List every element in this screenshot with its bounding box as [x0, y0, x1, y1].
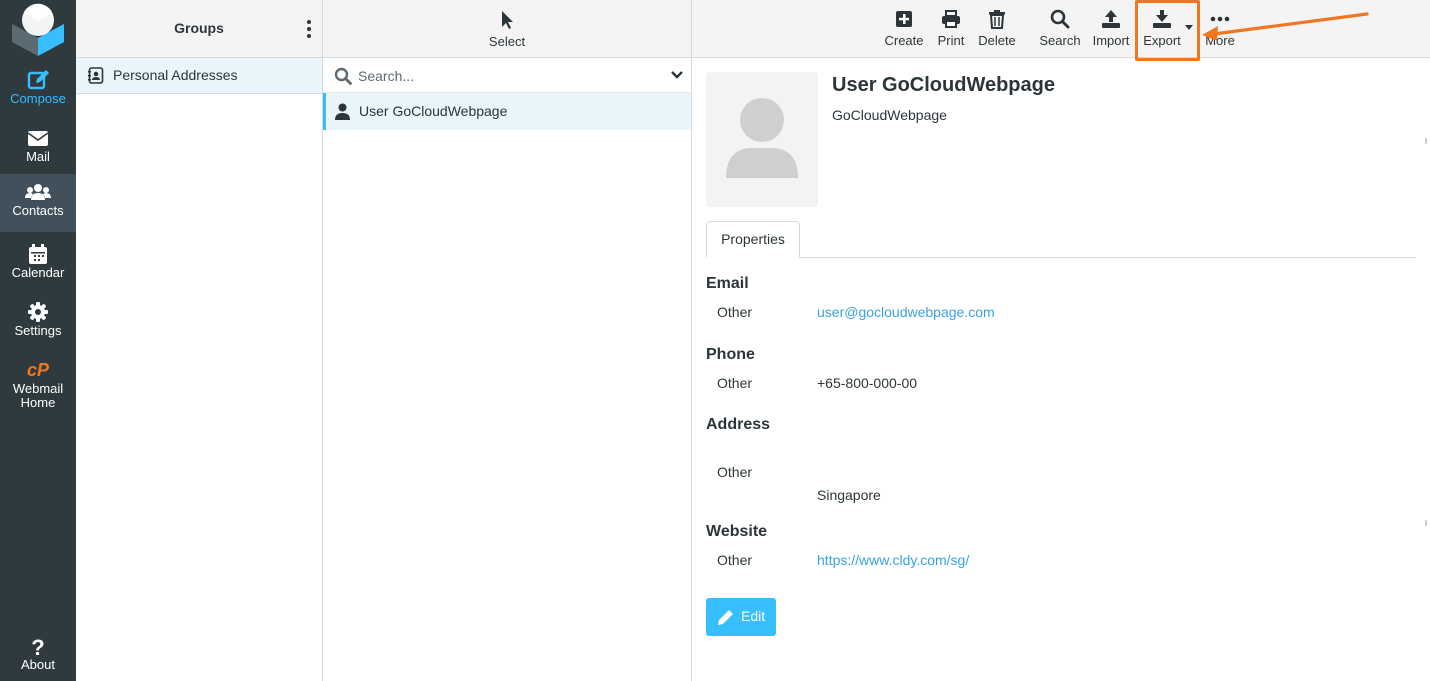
- svg-text:cP: cP: [27, 360, 50, 380]
- create-label: Create: [884, 33, 924, 48]
- trash-icon: [989, 10, 1005, 29]
- export-highlight-box: [1135, 0, 1200, 61]
- create-button[interactable]: Create: [882, 8, 926, 48]
- nav-settings-label: Settings: [14, 323, 62, 338]
- roundcube-logo[interactable]: [10, 2, 66, 56]
- edit-label: Edit: [741, 608, 766, 624]
- address-type-label: Other: [717, 464, 753, 480]
- tab-properties[interactable]: Properties: [706, 221, 800, 258]
- groups-options-menu[interactable]: [305, 18, 313, 40]
- annotation-arrow-icon: [1202, 12, 1369, 40]
- group-item-personal-addresses[interactable]: Personal Addresses: [76, 58, 322, 94]
- email-type-label: Other: [717, 304, 753, 320]
- compose-icon: [27, 70, 49, 90]
- search-icon: [334, 67, 352, 85]
- groups-panel: Groups Personal Addresses: [76, 0, 323, 681]
- nav-about-label: About: [21, 657, 55, 672]
- import-label: Import: [1092, 33, 1130, 48]
- cpanel-icon: cP: [27, 360, 50, 380]
- nav-calendar-label: Calendar: [11, 265, 65, 280]
- phone-type-label: Other: [717, 375, 753, 391]
- contact-tabs: Properties: [706, 221, 1416, 258]
- contact-list-item[interactable]: User GoCloudWebpage: [323, 93, 691, 130]
- plus-square-icon: [896, 11, 912, 27]
- delete-button[interactable]: Delete: [976, 8, 1018, 48]
- printer-icon: [942, 10, 960, 28]
- group-item-label: Personal Addresses: [113, 67, 238, 83]
- groups-title: Groups: [174, 20, 224, 36]
- list-header: Select: [323, 0, 691, 58]
- email-section-title: Email: [706, 275, 749, 292]
- nav-settings[interactable]: Settings: [0, 294, 76, 350]
- kebab-dot: [307, 27, 311, 31]
- search-icon: [1050, 9, 1070, 29]
- print-label: Print: [937, 33, 965, 48]
- phone-section-title: Phone: [706, 346, 755, 363]
- contact-name: User GoCloudWebpage: [832, 74, 1055, 96]
- address-book-icon: [88, 67, 104, 84]
- contact-organization: GoCloudWebpage: [832, 107, 947, 123]
- mail-icon: [27, 131, 49, 146]
- nav-about[interactable]: ? About: [0, 628, 76, 678]
- main-navigation: Compose Mail Contacts Calendar Settings …: [0, 0, 76, 681]
- contacts-list-panel: Select User GoCloudWebpage: [323, 0, 692, 681]
- search-bar: [323, 58, 691, 93]
- chevron-down-icon[interactable]: [670, 70, 684, 80]
- groups-header: Groups: [76, 0, 322, 58]
- search-input[interactable]: [358, 66, 658, 86]
- edit-button[interactable]: Edit: [706, 598, 776, 636]
- calendar-icon: [29, 244, 47, 264]
- nav-mail[interactable]: Mail: [0, 120, 76, 176]
- nav-contacts-label: Contacts: [12, 203, 64, 218]
- website-value-link[interactable]: https://www.cldy.com/sg/: [817, 552, 969, 568]
- address-value: Singapore: [817, 487, 881, 503]
- website-type-label: Other: [717, 552, 753, 568]
- email-value-link[interactable]: user@gocloudwebpage.com: [817, 304, 995, 320]
- scroll-marker: [1425, 520, 1427, 526]
- kebab-dot: [307, 20, 311, 24]
- contact-list-item-name: User GoCloudWebpage: [359, 103, 508, 119]
- address-section-title: Address: [706, 416, 771, 433]
- nav-compose-label: Compose: [10, 91, 66, 106]
- svg-text:?: ?: [31, 635, 44, 658]
- select-label: Select: [488, 34, 526, 49]
- nav-webmail-home[interactable]: cP Webmail Home: [0, 352, 76, 412]
- nav-calendar[interactable]: Calendar: [0, 236, 76, 292]
- contact-detail-panel: Create Print Delete Search Import Export…: [692, 0, 1430, 681]
- website-section-title: Website: [706, 523, 768, 540]
- upload-icon: [1102, 10, 1120, 28]
- select-button[interactable]: Select: [487, 8, 527, 49]
- nav-compose[interactable]: Compose: [0, 62, 76, 118]
- gear-icon: [28, 302, 48, 322]
- cursor-arrow-icon: [502, 11, 513, 29]
- nav-webmail-home-label: Webmail Home: [12, 381, 64, 410]
- delete-label: Delete: [978, 33, 1016, 48]
- contact-photo[interactable]: [706, 72, 818, 207]
- kebab-dot: [307, 34, 311, 38]
- person-icon: [335, 103, 350, 120]
- avatar-placeholder-icon: [726, 98, 798, 178]
- pencil-icon: [718, 610, 733, 625]
- toolbar: Create Print Delete Search Import Export…: [692, 0, 1430, 61]
- import-button[interactable]: Import: [1090, 8, 1132, 48]
- print-button[interactable]: Print: [932, 8, 970, 48]
- search-button[interactable]: Search: [1038, 8, 1082, 48]
- nav-contacts[interactable]: Contacts: [0, 174, 76, 232]
- scroll-marker: [1425, 138, 1427, 144]
- contacts-icon: [25, 184, 51, 200]
- question-icon: ?: [31, 635, 44, 658]
- search-label: Search: [1039, 33, 1081, 48]
- nav-mail-label: Mail: [26, 149, 50, 164]
- phone-value: +65-800-000-00: [817, 375, 918, 391]
